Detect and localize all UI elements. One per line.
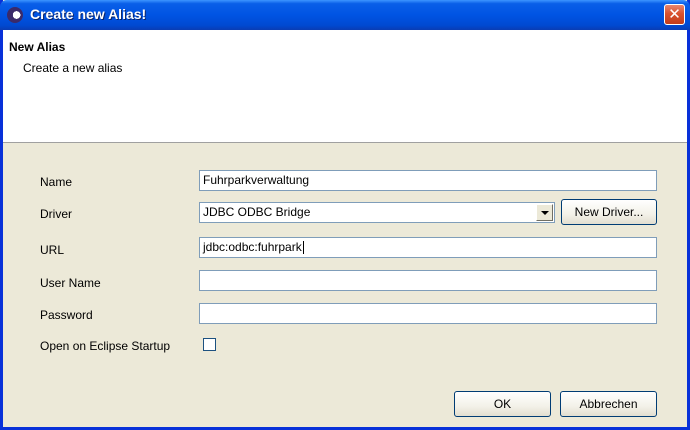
name-value: Fuhrparkverwaltung bbox=[203, 173, 310, 187]
chevron-down-icon[interactable] bbox=[536, 204, 553, 221]
name-label: Name bbox=[40, 175, 73, 189]
url-label: URL bbox=[40, 243, 65, 257]
header-description: Create a new alias bbox=[23, 61, 123, 75]
username-label: User Name bbox=[40, 276, 101, 290]
ok-button[interactable]: OK bbox=[454, 391, 551, 417]
driver-label: Driver bbox=[40, 207, 72, 221]
username-field[interactable] bbox=[199, 270, 657, 291]
password-label: Password bbox=[40, 308, 93, 322]
window-title: Create new Alias! bbox=[30, 6, 147, 22]
wizard-header: New Alias Create a new alias bbox=[3, 30, 687, 143]
new-driver-button[interactable]: New Driver... bbox=[561, 199, 657, 225]
driver-select[interactable]: JDBC ODBC Bridge bbox=[199, 202, 555, 223]
header-title: New Alias bbox=[9, 40, 66, 54]
close-button[interactable]: ✕ bbox=[664, 4, 685, 25]
dialog-window: Create new Alias! ✕ New Alias Create a n… bbox=[0, 0, 690, 430]
password-field[interactable] bbox=[199, 303, 657, 324]
eclipse-icon bbox=[7, 7, 23, 23]
cancel-button[interactable]: Abbrechen bbox=[560, 391, 657, 417]
close-icon: ✕ bbox=[668, 5, 681, 23]
startup-checkbox[interactable] bbox=[203, 338, 216, 351]
url-field[interactable]: jdbc:odbc:fuhrpark bbox=[199, 237, 657, 258]
startup-label: Open on Eclipse Startup bbox=[40, 339, 171, 353]
alias-form: Name Fuhrparkverwaltung Driver JDBC ODBC… bbox=[3, 143, 687, 430]
driver-selected-value: JDBC ODBC Bridge bbox=[203, 205, 311, 219]
title-bar[interactable]: Create new Alias! ✕ bbox=[0, 0, 690, 30]
text-caret bbox=[302, 241, 304, 255]
name-field[interactable]: Fuhrparkverwaltung bbox=[199, 170, 657, 191]
url-value: jdbc:odbc:fuhrpark bbox=[203, 240, 302, 254]
